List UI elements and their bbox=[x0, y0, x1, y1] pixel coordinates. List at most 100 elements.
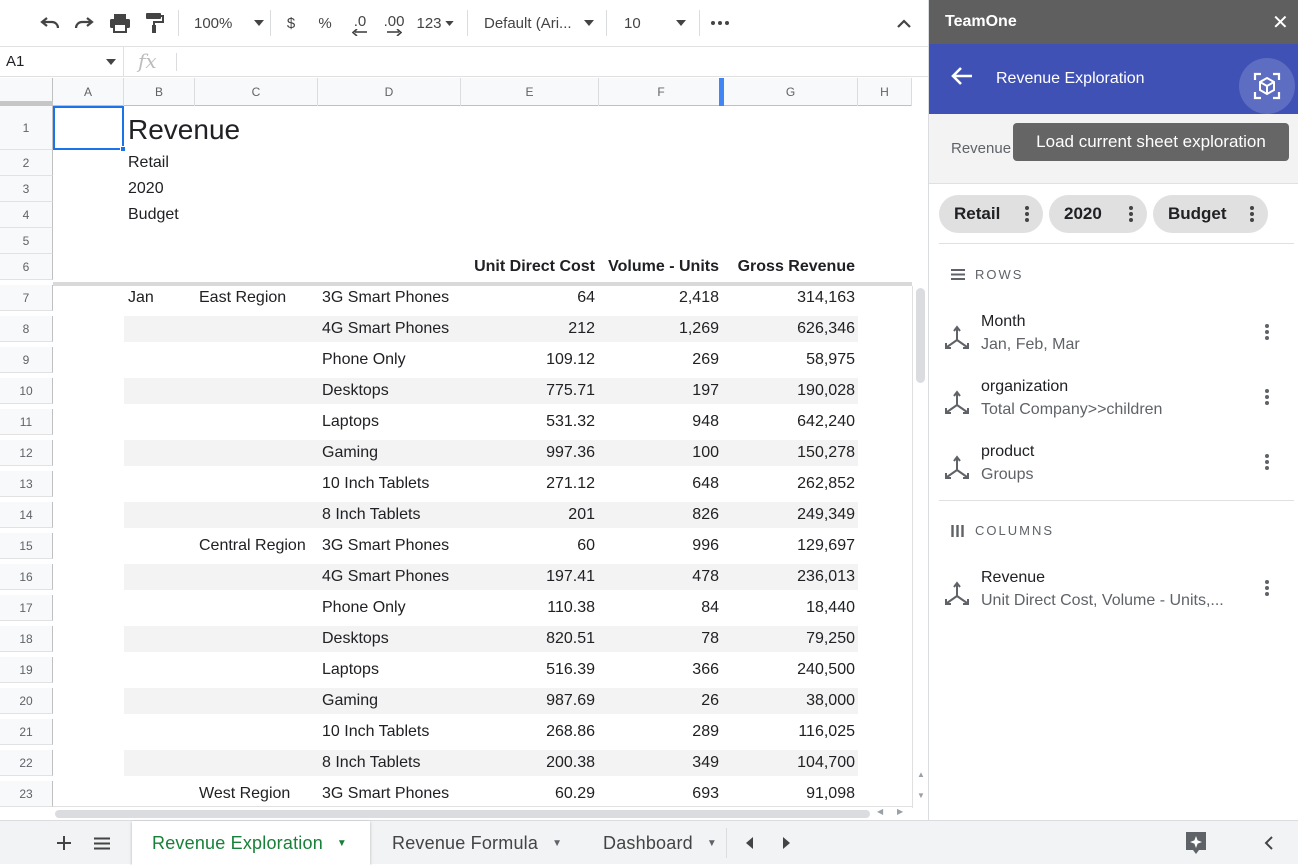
row-header[interactable]: 13 bbox=[0, 471, 53, 497]
column-header-g[interactable]: G bbox=[724, 78, 858, 106]
cell-f21[interactable]: 289 bbox=[692, 719, 719, 745]
tab-menu-icon[interactable]: ▼ bbox=[707, 838, 717, 849]
zoom-select[interactable]: 100% bbox=[188, 0, 266, 46]
undo-icon[interactable] bbox=[36, 0, 64, 46]
cell-g8[interactable]: 626,346 bbox=[797, 316, 855, 342]
row-header[interactable]: 22 bbox=[0, 750, 53, 776]
chip-2020[interactable]: 2020 bbox=[1049, 195, 1147, 233]
cell-f15[interactable]: 996 bbox=[692, 533, 719, 559]
cell-f13[interactable]: 648 bbox=[692, 471, 719, 497]
cell-f16[interactable]: 478 bbox=[692, 564, 719, 590]
font-family-select[interactable]: Default (Ari... bbox=[478, 0, 598, 46]
row-header[interactable]: 16 bbox=[0, 564, 53, 590]
row-header[interactable]: 23 bbox=[0, 781, 53, 807]
cell-d19[interactable]: Laptops bbox=[322, 657, 379, 683]
currency-format-button[interactable]: $ bbox=[280, 0, 302, 46]
column-header-d[interactable]: D bbox=[318, 78, 461, 106]
chevron-left-icon[interactable] bbox=[1258, 821, 1278, 865]
cell-f19[interactable]: 366 bbox=[692, 657, 719, 683]
tab-revenue-formula[interactable]: Revenue Formula ▼ bbox=[372, 821, 578, 865]
horizontal-scroll-thumb[interactable] bbox=[55, 810, 870, 818]
vertical-scrollbar[interactable]: ▲ ▼ bbox=[912, 286, 928, 808]
cell-b3[interactable]: 2020 bbox=[128, 176, 164, 202]
scroll-left-icon[interactable]: ◀ bbox=[877, 807, 883, 816]
kebab-menu-icon[interactable] bbox=[1265, 324, 1269, 345]
cell-d21[interactable]: 10 Inch Tablets bbox=[322, 719, 429, 745]
cell-d14[interactable]: 8 Inch Tablets bbox=[322, 502, 420, 528]
cell-b4[interactable]: Budget bbox=[128, 202, 179, 228]
cell-g15[interactable]: 129,697 bbox=[797, 533, 855, 559]
cell-f20[interactable]: 26 bbox=[701, 688, 719, 714]
cell-d7[interactable]: 3G Smart Phones bbox=[322, 285, 449, 311]
cell-g12[interactable]: 150,278 bbox=[797, 440, 855, 466]
column-header-a[interactable]: A bbox=[53, 78, 124, 106]
cell-f7[interactable]: 2,418 bbox=[679, 285, 719, 311]
decrease-decimal-button[interactable]: .0 bbox=[346, 0, 374, 46]
cell-e6[interactable]: Unit Direct Cost bbox=[474, 254, 595, 280]
cell-d18[interactable]: Desktops bbox=[322, 626, 389, 652]
cell-e14[interactable]: 201 bbox=[568, 502, 595, 528]
cell-c7[interactable]: East Region bbox=[199, 285, 286, 311]
column-header-c[interactable]: C bbox=[195, 78, 318, 106]
cell-d11[interactable]: Laptops bbox=[322, 409, 379, 435]
cell-g16[interactable]: 236,013 bbox=[797, 564, 855, 590]
cell-b1[interactable]: Revenue bbox=[128, 106, 240, 150]
row-header[interactable]: 5 bbox=[0, 228, 53, 254]
cell-e16[interactable]: 197.41 bbox=[546, 564, 595, 590]
fill-handle[interactable] bbox=[120, 146, 126, 152]
redo-icon[interactable] bbox=[70, 0, 98, 46]
back-arrow-icon[interactable] bbox=[951, 66, 973, 86]
tab-revenue-exploration[interactable]: Revenue Exploration ▼ bbox=[132, 821, 370, 865]
row-header[interactable]: 8 bbox=[0, 316, 53, 342]
cell-e13[interactable]: 271.12 bbox=[546, 471, 595, 497]
cell-f12[interactable]: 100 bbox=[692, 440, 719, 466]
cell-f23[interactable]: 693 bbox=[692, 781, 719, 807]
column-header-e[interactable]: E bbox=[461, 78, 599, 106]
cell-e7[interactable]: 64 bbox=[577, 285, 595, 311]
cell-e10[interactable]: 775.71 bbox=[546, 378, 595, 404]
percent-format-button[interactable]: % bbox=[314, 0, 336, 46]
paint-format-icon[interactable] bbox=[140, 0, 168, 46]
cell-f6[interactable]: Volume - Units bbox=[608, 254, 719, 280]
more-horizontal-icon[interactable] bbox=[708, 0, 732, 46]
chevron-up-icon[interactable] bbox=[892, 0, 916, 46]
cell-g13[interactable]: 262,852 bbox=[797, 471, 855, 497]
cell-g21[interactable]: 116,025 bbox=[798, 719, 855, 745]
chevron-right-icon[interactable] bbox=[776, 821, 796, 865]
kebab-menu-icon[interactable] bbox=[1025, 206, 1029, 222]
cell-f14[interactable]: 826 bbox=[692, 502, 719, 528]
tab-menu-icon[interactable]: ▼ bbox=[337, 838, 347, 849]
cell-d23[interactable]: 3G Smart Phones bbox=[322, 781, 449, 807]
row-header[interactable]: 2 bbox=[0, 150, 53, 176]
cell-f9[interactable]: 269 bbox=[692, 347, 719, 373]
cell-c15[interactable]: Central Region bbox=[199, 533, 306, 559]
column-header-f[interactable]: F bbox=[599, 78, 724, 106]
kebab-menu-icon[interactable] bbox=[1265, 389, 1269, 410]
cell-g19[interactable]: 240,500 bbox=[797, 657, 855, 683]
cell-d12[interactable]: Gaming bbox=[322, 440, 378, 466]
kebab-menu-icon[interactable] bbox=[1265, 580, 1269, 601]
cell-g7[interactable]: 314,163 bbox=[797, 285, 855, 311]
number-format-select[interactable]: 123 bbox=[414, 0, 456, 46]
chip-budget[interactable]: Budget bbox=[1153, 195, 1268, 233]
row-header[interactable]: 11 bbox=[0, 409, 53, 435]
row-header[interactable]: 1 bbox=[0, 106, 53, 150]
cell-d16[interactable]: 4G Smart Phones bbox=[322, 564, 449, 590]
row-header[interactable]: 6 bbox=[0, 254, 53, 280]
cell-e12[interactable]: 997.36 bbox=[546, 440, 595, 466]
dimension-item-month[interactable]: Month Jan, Feb, Mar bbox=[929, 308, 1298, 364]
tab-menu-icon[interactable]: ▼ bbox=[552, 838, 562, 849]
cell-g11[interactable]: 642,240 bbox=[797, 409, 855, 435]
list-icon[interactable] bbox=[90, 821, 114, 865]
cell-d20[interactable]: Gaming bbox=[322, 688, 378, 714]
cell-g22[interactable]: 104,700 bbox=[797, 750, 855, 776]
kebab-menu-icon[interactable] bbox=[1129, 206, 1133, 222]
cell-f17[interactable]: 84 bbox=[701, 595, 719, 621]
close-icon[interactable]: ✕ bbox=[1272, 10, 1289, 35]
kebab-menu-icon[interactable] bbox=[1250, 206, 1254, 222]
dimension-item-organization[interactable]: organization Total Company>>children bbox=[929, 373, 1298, 429]
cell-c23[interactable]: West Region bbox=[199, 781, 290, 807]
cell-f10[interactable]: 197 bbox=[692, 378, 719, 404]
cell-g14[interactable]: 249,349 bbox=[797, 502, 855, 528]
cell-d10[interactable]: Desktops bbox=[322, 378, 389, 404]
